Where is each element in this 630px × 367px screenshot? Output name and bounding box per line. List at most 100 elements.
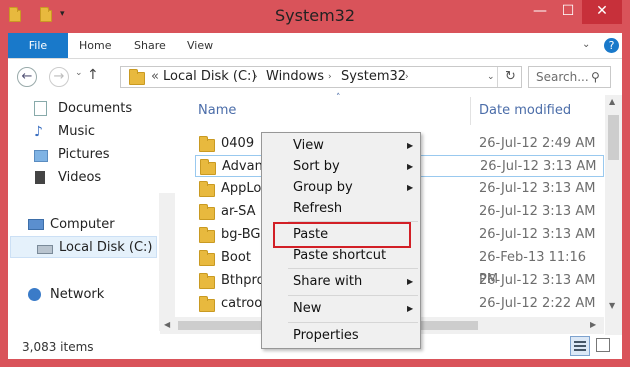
address-dropdown-icon[interactable]: ⌄ (487, 67, 495, 87)
menu-item-properties[interactable]: Properties (293, 326, 359, 346)
search-input[interactable]: Search... ⚲ (528, 66, 611, 88)
drive-icon (37, 245, 53, 254)
address-bar[interactable]: « Local Disk (C:) › Windows › System32 ›… (120, 66, 522, 88)
folder-icon (200, 159, 216, 175)
chevron-right-icon[interactable]: › (328, 67, 332, 87)
tab-home[interactable]: Home (79, 33, 111, 58)
folder-icon (199, 227, 215, 243)
folder-icon (129, 69, 145, 85)
file-date: 26-Jul-12 2:22 AM (479, 296, 596, 311)
menu-item-sort-by[interactable]: Sort by (293, 157, 340, 177)
details-view-icon[interactable] (570, 336, 590, 356)
chevron-right-icon[interactable]: › (405, 67, 409, 87)
file-date: 26-Jul-12 3:13 AM (479, 273, 596, 288)
computer-icon (28, 219, 44, 230)
pictures-icon (34, 150, 48, 162)
submenu-arrow-icon: ▶ (407, 304, 414, 313)
sidebar-item-label: Network (50, 287, 105, 302)
back-button[interactable]: ← (17, 67, 37, 87)
documents-icon (34, 101, 47, 116)
menu-item-refresh[interactable]: Refresh (293, 199, 342, 219)
sidebar-item-local-disk[interactable]: Local Disk (C:) (10, 236, 157, 258)
scroll-down-icon[interactable]: ▼ (609, 301, 615, 310)
music-icon: ♪ (34, 124, 43, 140)
file-date: 26-Jul-12 3:13 AM (479, 181, 596, 196)
minimize-button[interactable]: — (526, 0, 554, 24)
submenu-arrow-icon: ▶ (407, 162, 414, 171)
sidebar-item-computer[interactable]: Computer (28, 214, 154, 236)
submenu-arrow-icon: ▶ (407, 141, 414, 150)
menu-item-group-by[interactable]: Group by (293, 178, 353, 198)
videos-icon (35, 171, 45, 184)
sidebar-item-label: Videos (58, 170, 102, 185)
file-date: 26-Jul-12 2:49 AM (479, 136, 596, 151)
sidebar-item-network[interactable]: Network (28, 284, 154, 306)
ribbon: File Home Share View ⌄ ? (8, 33, 622, 59)
breadcrumb-overflow[interactable]: « (151, 67, 159, 87)
tab-view[interactable]: View (187, 33, 213, 58)
folder-icon (199, 273, 215, 289)
breadcrumb-system32[interactable]: System32 (341, 67, 406, 87)
search-icon: ⚲ (591, 70, 600, 84)
help-icon[interactable]: ? (604, 38, 619, 53)
sidebar-item-label: Local Disk (C:) (59, 240, 153, 255)
forward-button[interactable]: → (49, 67, 69, 87)
search-placeholder: Search... (536, 70, 589, 84)
paste-highlight-box (273, 222, 411, 248)
file-list-vertical-scrollbar[interactable]: ▲ ▼ (605, 95, 622, 335)
sidebar-item-label: Documents (58, 101, 133, 116)
folder-icon (199, 136, 215, 152)
file-name: Boot (221, 250, 251, 265)
explorer-window: ▾ System32 — ☐ ✕ File Home Share View ⌄ … (0, 0, 630, 367)
navigation-pane-scrollbar[interactable] (159, 193, 175, 331)
sidebar-item-videos[interactable]: Videos (34, 167, 154, 189)
item-count: 3,083 items (22, 340, 94, 354)
breadcrumb-local-disk[interactable]: Local Disk (C:) (163, 67, 256, 87)
expand-ribbon-icon[interactable]: ⌄ (582, 39, 590, 50)
menu-separator (288, 322, 418, 323)
chevron-right-icon[interactable]: › (254, 67, 258, 87)
address-divider (497, 67, 498, 87)
sidebar-item-documents[interactable]: Documents (34, 98, 154, 120)
large-icons-view-icon[interactable] (596, 338, 610, 352)
column-header-date-modified[interactable]: Date modified (479, 103, 571, 118)
tab-file[interactable]: File (8, 33, 68, 58)
recent-locations-icon[interactable]: ⌄ (75, 68, 83, 78)
scrollbar-thumb[interactable] (608, 115, 619, 160)
sidebar-item-label: Music (58, 124, 95, 139)
file-name: 0409 (221, 136, 255, 151)
up-button[interactable]: ↑ (87, 67, 99, 83)
sidebar-item-music[interactable]: ♪ Music (34, 121, 154, 143)
navigation-pane: Documents ♪ Music Pictures Videos Comput… (8, 95, 158, 335)
menu-item-paste-shortcut[interactable]: Paste shortcut (293, 246, 386, 266)
network-icon (28, 288, 41, 301)
column-divider[interactable] (470, 97, 471, 125)
breadcrumb-windows[interactable]: Windows (266, 67, 324, 87)
sidebar-item-label: Computer (50, 217, 115, 232)
file-date: 26-Jul-12 3:13 AM (479, 204, 596, 219)
menu-item-share-with[interactable]: Share with (293, 272, 362, 292)
file-name: ar-SA (221, 204, 256, 219)
folder-icon (199, 204, 215, 220)
column-header-name[interactable]: Name (198, 103, 236, 118)
scroll-up-icon[interactable]: ▲ (609, 97, 615, 106)
maximize-button[interactable]: ☐ (554, 0, 582, 24)
navigation-bar: ← → ↑ ⌄ « Local Disk (C:) › Windows › Sy… (8, 59, 622, 95)
file-name: bg-BG (221, 227, 261, 242)
sidebar-item-label: Pictures (58, 147, 110, 162)
sort-ascending-icon: ˄ (336, 93, 341, 103)
menu-separator (288, 295, 418, 296)
menu-item-new[interactable]: New (293, 299, 321, 319)
sidebar-item-pictures[interactable]: Pictures (34, 144, 154, 166)
menu-item-view[interactable]: View (293, 136, 324, 156)
folder-icon (199, 250, 215, 266)
tab-share[interactable]: Share (134, 33, 166, 58)
scroll-left-icon[interactable]: ◀ (164, 320, 170, 329)
folder-icon (199, 181, 215, 197)
file-date: 26-Jul-12 3:13 AM (479, 227, 596, 242)
scroll-right-icon[interactable]: ▶ (590, 320, 596, 329)
title-bar: ▾ System32 — ☐ ✕ (0, 0, 630, 33)
submenu-arrow-icon: ▶ (407, 183, 414, 192)
refresh-icon[interactable]: ↻ (505, 67, 516, 87)
close-button[interactable]: ✕ (582, 0, 622, 24)
